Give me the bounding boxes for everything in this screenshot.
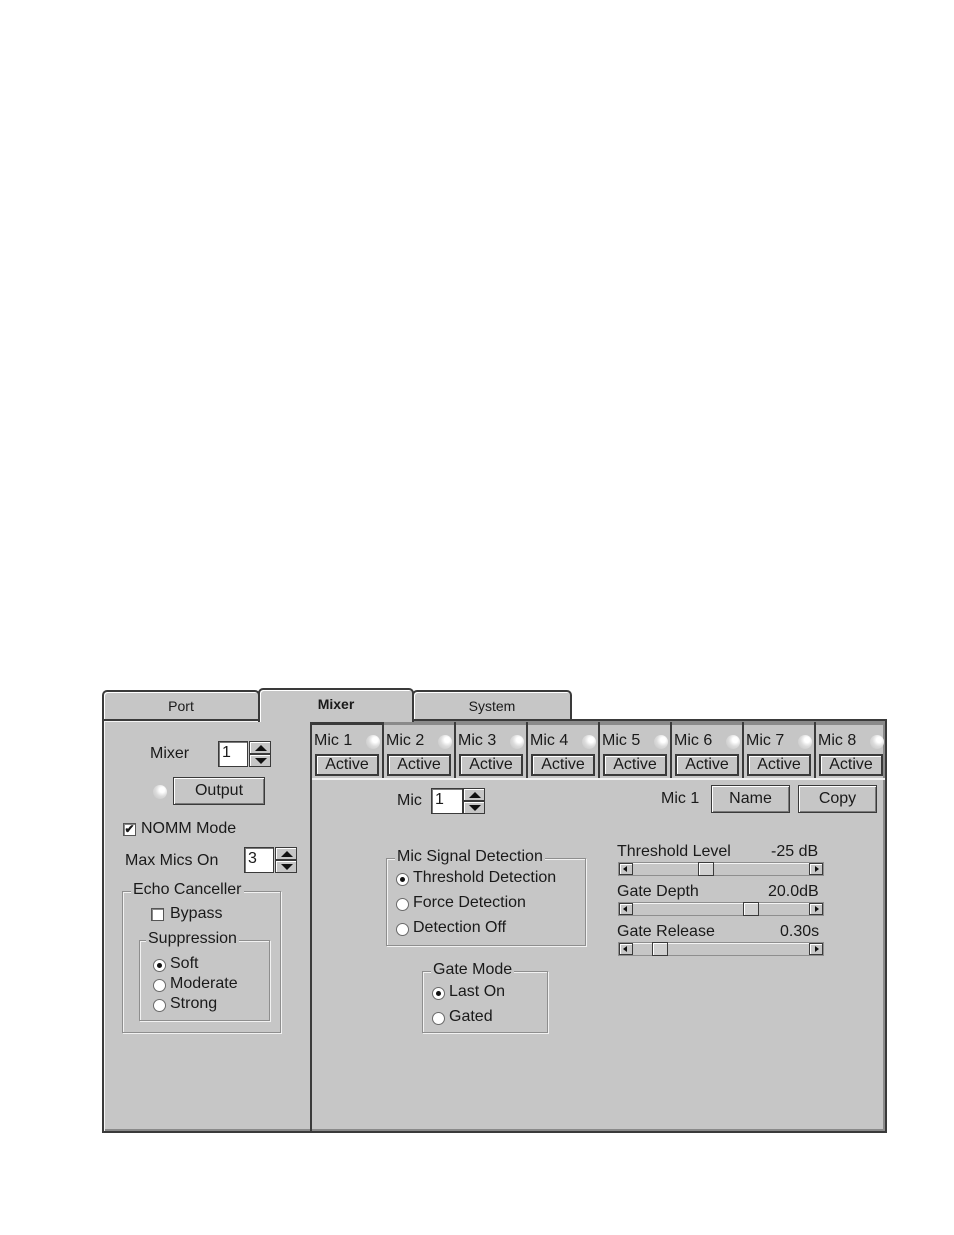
threshold-detection-radio[interactable] [396,873,409,886]
mic-active-button[interactable]: Active [315,754,379,776]
spin-up-icon[interactable] [463,788,485,801]
threshold-detection-label: Threshold Detection [413,869,557,886]
threshold-level-label: Threshold Level [617,843,731,860]
mic-name-label: Mic 1 [661,790,700,807]
suppression-soft-label: Soft [170,955,199,972]
bypass-label: Bypass [170,905,223,922]
bypass-checkbox[interactable] [151,908,164,921]
panel-divider [310,721,312,1131]
output-led-icon [153,785,167,799]
mic-active-button[interactable]: Active [603,754,667,776]
mic-active-button[interactable]: Active [531,754,595,776]
threshold-level-slider[interactable] [618,862,824,876]
suppression-strong-label: Strong [170,995,218,1012]
mixer-input[interactable]: 1 [218,741,248,767]
output-button[interactable]: Output [173,777,265,805]
tab-port[interactable]: Port [102,690,260,720]
last-on-label: Last On [449,983,506,1000]
max-mics-label: Max Mics On [125,852,219,869]
suppression-moderate-radio[interactable] [153,979,166,992]
gate-depth-value: 20.0dB [768,883,819,900]
scroll-left-icon[interactable] [619,863,633,875]
mic-active-button[interactable]: Active [459,754,523,776]
mixer-spinner[interactable] [249,741,271,767]
spin-up-icon[interactable] [275,847,297,860]
spin-down-icon[interactable] [249,754,271,767]
mic-tab-name: Mic 2 [386,732,425,749]
mic-led-icon [438,735,452,749]
gated-radio[interactable] [432,1012,445,1025]
mic-led-icon [366,735,380,749]
gate-depth-label: Gate Depth [617,883,699,900]
mic-strip-divider [312,778,885,780]
gate-mode-title: Gate Mode [431,961,515,979]
gate-release-slider[interactable] [618,942,824,956]
nomm-mode-checkbox[interactable]: ✔ [123,823,136,836]
suppression-strong-radio[interactable] [153,999,166,1012]
mic-led-icon [582,735,596,749]
suppression-soft-radio[interactable] [153,959,166,972]
scroll-left-icon[interactable] [619,943,633,955]
mic-tab-5[interactable]: Mic 5 Active [600,722,672,778]
max-mics-spinner[interactable] [275,847,297,873]
mic-led-icon [726,735,740,749]
mic-tab-8[interactable]: Mic 8 Active [816,722,885,778]
suppression-moderate-label: Moderate [170,975,238,992]
gate-depth-slider[interactable] [618,902,824,916]
force-detection-radio[interactable] [396,898,409,911]
spin-down-icon[interactable] [463,801,485,814]
mic-tab-name: Mic 7 [746,732,785,749]
mic-signal-detection-title: Mic Signal Detection [395,848,545,866]
mic-active-button[interactable]: Active [387,754,451,776]
mixer-label: Mixer [150,745,190,762]
spin-up-icon[interactable] [249,741,271,754]
scroll-right-icon[interactable] [809,863,823,875]
slider-thumb[interactable] [652,942,669,956]
mic-select-spinner[interactable] [463,788,485,814]
last-on-radio[interactable] [432,987,445,1000]
detection-off-label: Detection Off [413,919,507,936]
copy-button[interactable]: Copy [798,785,877,813]
mic-active-button[interactable]: Active [675,754,739,776]
scroll-left-icon[interactable] [619,903,633,915]
spin-down-icon[interactable] [275,860,297,873]
mic-select-label: Mic [397,792,422,809]
suppression-title: Suppression [146,930,239,948]
mic-tab-6[interactable]: Mic 6 Active [672,722,744,778]
mic-tab-name: Mic 1 [314,732,353,749]
gated-label: Gated [449,1008,493,1025]
name-button[interactable]: Name [711,785,790,813]
mic-tab-name: Mic 8 [818,732,857,749]
slider-thumb[interactable] [743,902,760,916]
force-detection-label: Force Detection [413,894,526,911]
slider-thumb[interactable] [697,862,714,876]
scroll-right-icon[interactable] [809,903,823,915]
mic-led-icon [870,735,884,749]
mic-tab-name: Mic 3 [458,732,497,749]
gate-release-value: 0.30s [780,923,820,940]
mic-tab-1[interactable]: Mic 1 Active [312,722,384,778]
tab-mixer[interactable]: Mixer [258,688,414,722]
mic-tab-7[interactable]: Mic 7 Active [744,722,816,778]
nomm-mode-label: NOMM Mode [141,820,237,837]
gate-release-label: Gate Release [617,923,715,940]
mic-tab-name: Mic 4 [530,732,569,749]
mic-led-icon [510,735,524,749]
echo-canceller-title: Echo Canceller [131,881,244,899]
mic-tab-3[interactable]: Mic 3 Active [456,722,528,778]
mic-tab-2[interactable]: Mic 2 Active [384,722,456,778]
tab-system[interactable]: System [412,690,572,720]
mic-active-button[interactable]: Active [747,754,811,776]
scroll-right-icon[interactable] [809,943,823,955]
mic-active-button[interactable]: Active [819,754,883,776]
mic-tab-4[interactable]: Mic 4 Active [528,722,600,778]
mic-select-input[interactable]: 1 [431,788,463,814]
threshold-level-value: -25 dB [771,843,819,860]
mic-led-icon [654,735,668,749]
mic-tab-name: Mic 5 [602,732,641,749]
detection-off-radio[interactable] [396,923,409,936]
mic-tab-name: Mic 6 [674,732,713,749]
mic-led-icon [798,735,812,749]
max-mics-input[interactable]: 3 [244,847,274,873]
